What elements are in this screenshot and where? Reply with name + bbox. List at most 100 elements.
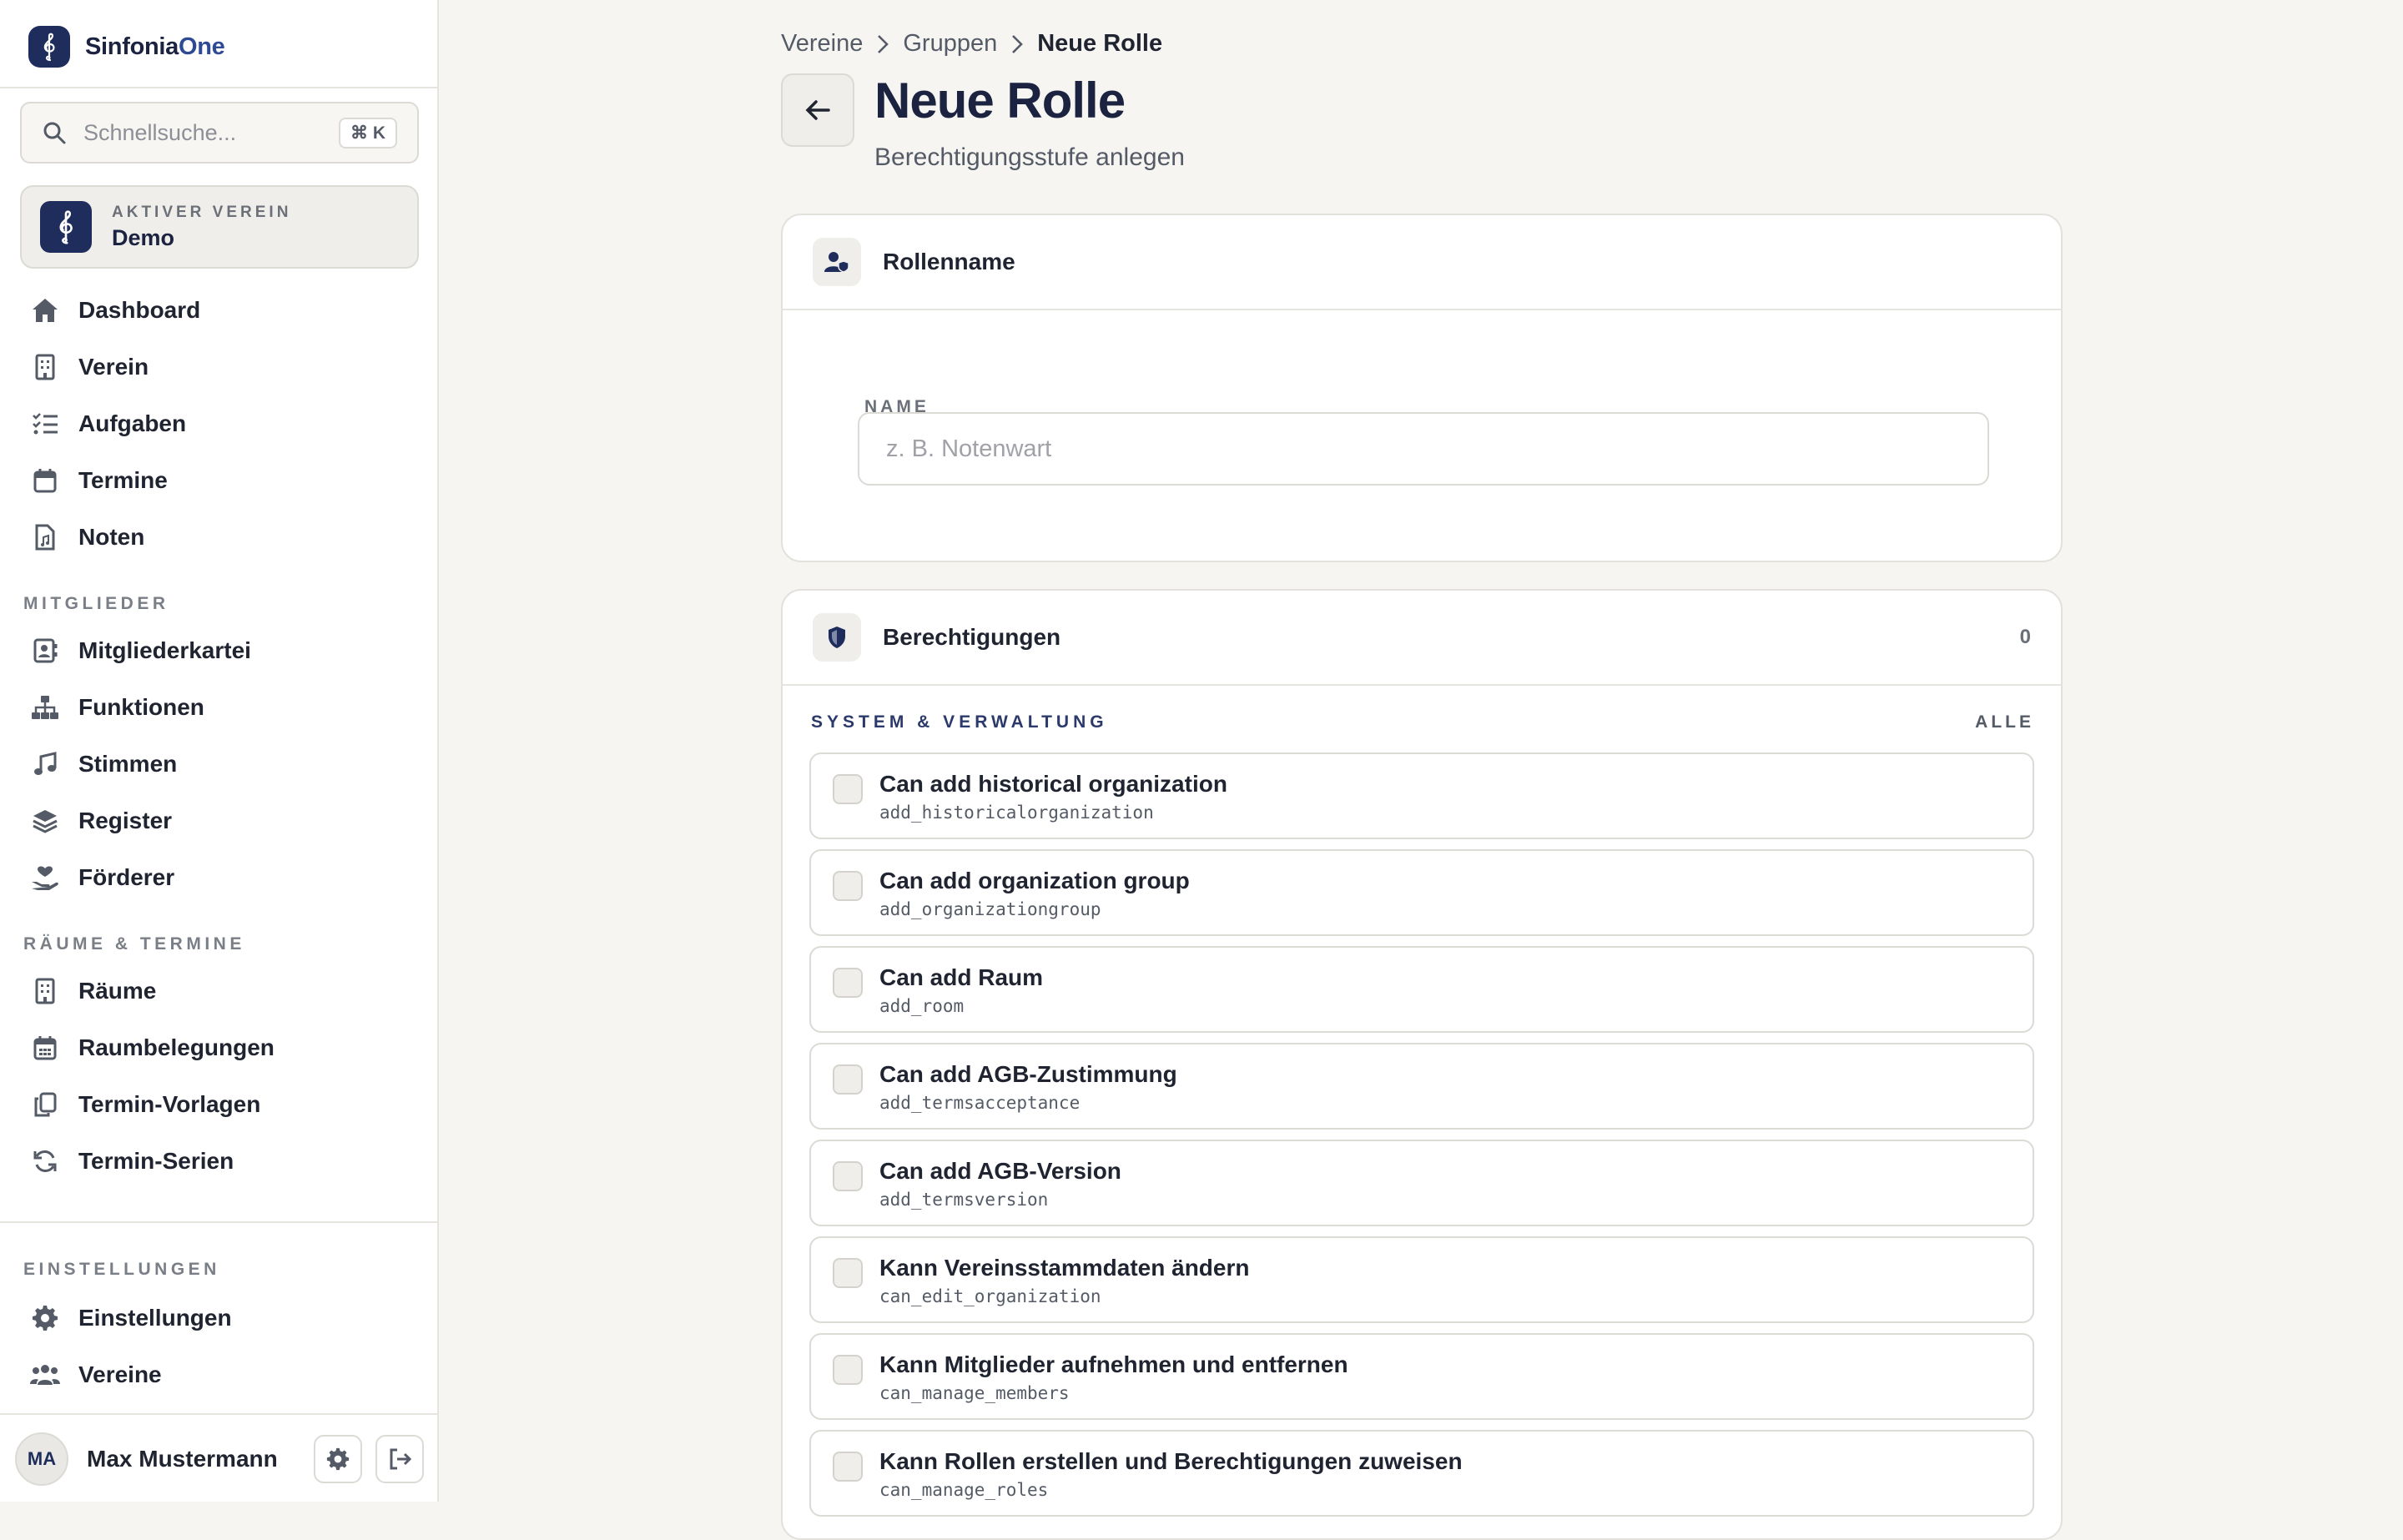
avatar[interactable]: MA (15, 1432, 68, 1486)
nav-item-aufgaben[interactable]: Aufgaben (30, 402, 186, 445)
nav-item-mitgliederkartei[interactable]: Mitgliederkartei (30, 629, 251, 672)
role-name-input[interactable] (858, 412, 1989, 486)
card-title: Berechtigungen (883, 624, 1061, 650)
gear-icon (30, 1303, 60, 1333)
user-footer: MA Max Mustermann (15, 1432, 424, 1487)
arrow-left-icon (805, 100, 830, 120)
section-label-raeume: RÄUME & TERMINE (23, 934, 245, 954)
permission-group-header: SYSTEM & VERWALTUNG ALLE (811, 712, 2034, 732)
permission-title: Kann Rollen erstellen und Berechtigungen… (879, 1448, 1463, 1474)
back-button[interactable] (781, 73, 854, 147)
divider (0, 1221, 437, 1223)
nav-item-foerderer[interactable]: Förderer (30, 856, 174, 899)
logout-button[interactable] (375, 1435, 424, 1483)
permission-code: add_organizationgroup (879, 899, 1101, 919)
permission-item[interactable]: Can add Raum add_room (809, 946, 2034, 1033)
active-org-switcher[interactable]: AKTIVER VEREIN Demo (20, 185, 419, 269)
layers-icon (30, 806, 60, 836)
card-title: Rollenname (883, 249, 1015, 274)
nav-item-raumbelegungen[interactable]: Raumbelegungen (30, 1026, 275, 1069)
permission-checkbox[interactable] (833, 1258, 863, 1288)
permission-code: can_manage_members (879, 1383, 1070, 1403)
search-placeholder: Schnellsuche... (83, 119, 237, 145)
permission-item[interactable]: Kann Vereinsstammdaten ändern can_edit_o… (809, 1236, 2034, 1323)
user-settings-button[interactable] (314, 1435, 362, 1483)
permission-code: can_edit_organization (879, 1286, 1101, 1306)
building-icon (30, 352, 60, 382)
breadcrumb: Vereine Gruppen Neue Rolle (781, 30, 1162, 58)
permission-title: Can add AGB-Version (879, 1158, 1121, 1184)
nav-label: Termine (78, 467, 168, 493)
list-check-icon (30, 409, 60, 439)
permission-checkbox[interactable] (833, 1355, 863, 1385)
permission-item[interactable]: Can add AGB-Zustimmung add_termsacceptan… (809, 1043, 2034, 1130)
calendar-icon (30, 466, 60, 496)
page-title: Neue Rolle (874, 73, 1126, 128)
shortcut-badge: ⌘ K (339, 117, 397, 148)
permission-group-title: SYSTEM & VERWALTUNG (811, 712, 1108, 732)
nav-label: Vereine (78, 1361, 162, 1387)
nav-item-noten[interactable]: Noten (30, 516, 144, 559)
nav-item-dashboard[interactable]: Dashboard (30, 289, 200, 332)
nav-label: Stimmen (78, 751, 178, 777)
nav-label: Funktionen (78, 694, 204, 720)
building-icon (30, 976, 60, 1006)
permission-code: can_manage_roles (879, 1480, 1049, 1500)
divider (0, 87, 437, 88)
permission-item[interactable]: Kann Mitglieder aufnehmen und entfernen … (809, 1333, 2034, 1420)
nav-item-stimmen[interactable]: Stimmen (30, 742, 177, 786)
selected-count-badge: 0 (2019, 626, 2031, 648)
nav-item-verein[interactable]: Verein (30, 345, 149, 389)
nav-item-funktionen[interactable]: Funktionen (30, 686, 204, 729)
copy-icon (30, 1090, 60, 1120)
permission-item[interactable]: Can add AGB-Version add_termsversion (809, 1140, 2034, 1226)
nav-item-vereine[interactable]: Vereine (30, 1353, 162, 1397)
permission-checkbox[interactable] (833, 968, 863, 998)
sitemap-icon (30, 692, 60, 722)
permission-checkbox[interactable] (833, 774, 863, 804)
file-music-icon (30, 522, 60, 552)
permission-checkbox[interactable] (833, 1064, 863, 1095)
nav-label: Raumbelegungen (78, 1034, 275, 1060)
permission-item[interactable]: Can add organization group add_organizat… (809, 849, 2034, 936)
permission-code: add_termsacceptance (879, 1093, 1081, 1113)
breadcrumb-item[interactable]: Gruppen (903, 30, 997, 58)
section-label-einstellungen: EINSTELLUNGEN (23, 1260, 220, 1279)
select-all-button[interactable]: ALLE (1975, 712, 2034, 732)
permission-item[interactable]: Can add historical organization add_hist… (809, 752, 2034, 839)
nav-item-termine[interactable]: Termine (30, 459, 168, 502)
quick-search[interactable]: Schnellsuche... ⌘ K (20, 102, 419, 164)
permission-title: Can add historical organization (879, 771, 1227, 797)
breadcrumb-current: Neue Rolle (1037, 30, 1163, 57)
hand-heart-icon (30, 863, 60, 893)
permission-title: Can add AGB-Zustimmung (879, 1061, 1177, 1087)
role-name-card: Rollenname NAME (781, 214, 2063, 562)
permission-item[interactable]: Kann Rollen erstellen und Berechtigungen… (809, 1430, 2034, 1517)
users-icon (30, 1360, 60, 1390)
user-name: Max Mustermann (87, 1446, 278, 1472)
permission-title: Can add organization group (879, 868, 1190, 893)
breadcrumb-item[interactable]: Vereine (781, 30, 863, 58)
chevron-right-icon (878, 34, 889, 53)
sidebar: SinfoniaOne Schnellsuche... ⌘ K AKTIVER … (0, 0, 439, 1502)
nav-label: Förderer (78, 864, 175, 890)
divider (0, 1413, 437, 1415)
nav-label: Aufgaben (78, 410, 187, 436)
nav-item-termin-vorlagen[interactable]: Termin-Vorlagen (30, 1083, 260, 1126)
chevron-right-icon (1012, 34, 1024, 53)
nav-label: Termin-Vorlagen (78, 1091, 261, 1117)
brand[interactable]: SinfoniaOne (28, 23, 225, 70)
user-shield-icon (813, 238, 861, 286)
treble-clef-icon (40, 201, 92, 253)
permission-checkbox[interactable] (833, 1161, 863, 1191)
nav-item-einstellungen[interactable]: Einstellungen (30, 1296, 232, 1340)
nav-item-termin-serien[interactable]: Termin-Serien (30, 1140, 234, 1183)
permission-checkbox[interactable] (833, 1452, 863, 1482)
permission-code: add_historicalorganization (879, 803, 1154, 823)
nav-label: Noten (78, 524, 145, 550)
card-header: Berechtigungen 0 (783, 591, 2061, 686)
nav-item-raeume[interactable]: Räume (30, 969, 156, 1013)
nav-item-register[interactable]: Register (30, 799, 172, 843)
nav-label: Räume (78, 978, 157, 1004)
permission-checkbox[interactable] (833, 871, 863, 901)
